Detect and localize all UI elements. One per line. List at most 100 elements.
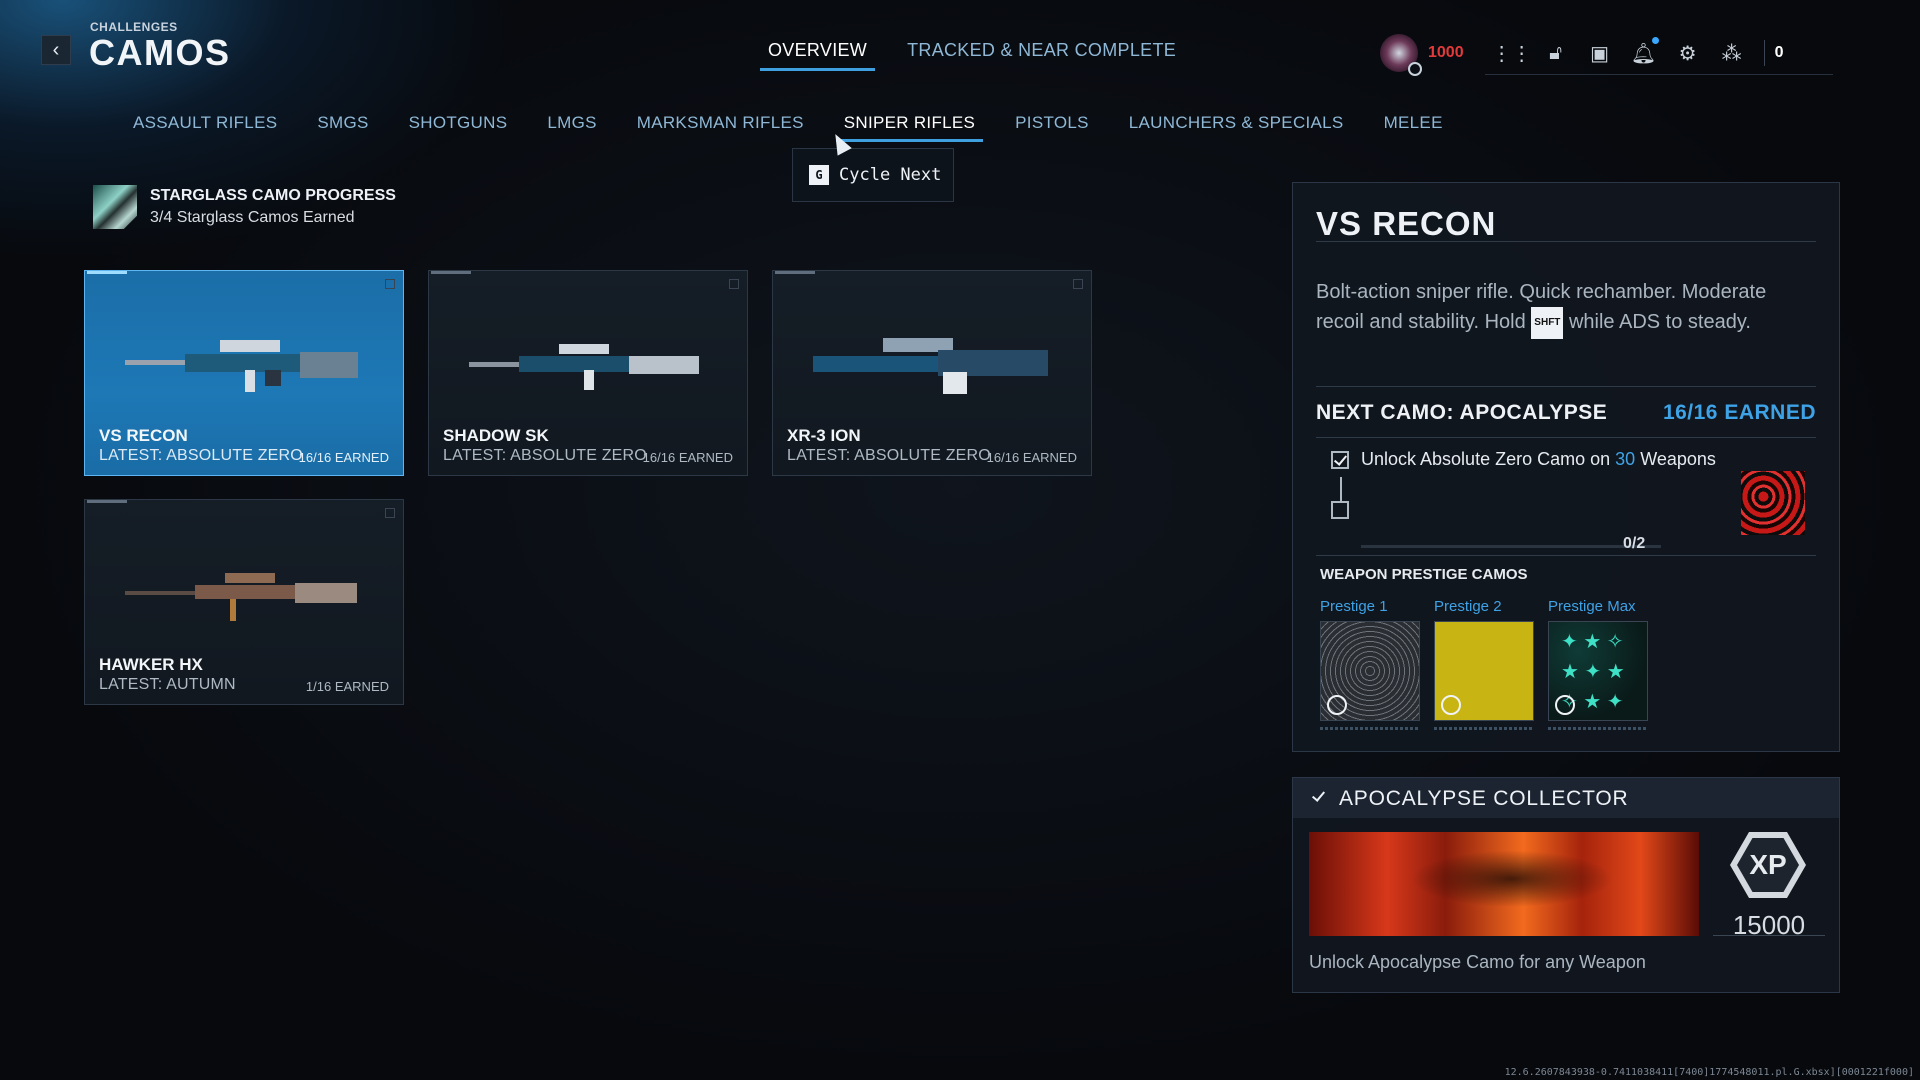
- card-accent: [87, 271, 127, 274]
- party-icon[interactable]: ⁂: [1719, 40, 1745, 66]
- challenge-task: Unlock Absolute Zero Camo on 30 Weapons: [1361, 449, 1716, 470]
- starglass-progress: STARGLASS CAMO PROGRESS 3/4 Starglass Ca…: [93, 185, 396, 229]
- tab-tracked-near-complete[interactable]: TRACKED & NEAR COMPLETE: [907, 40, 1176, 71]
- weapon-card-vs-recon[interactable]: VS RECON LATEST: ABSOLUTE ZERO 16/16 EAR…: [84, 270, 404, 476]
- weapon-name: SHADOW SK: [443, 426, 549, 445]
- cod-points-value[interactable]: 1000: [1428, 44, 1464, 62]
- xp-badge-label: XP: [1737, 838, 1799, 892]
- bell-icon[interactable]: 🔔︎: [1631, 37, 1659, 66]
- tab-lmgs[interactable]: LMGS: [547, 113, 596, 142]
- task-text-2: Weapons: [1640, 449, 1716, 469]
- xp-reward: XP 15000: [1713, 832, 1825, 940]
- progress-ticks: [1434, 727, 1534, 730]
- weapon-latest-camo: LATEST: AUTUMN: [99, 676, 236, 693]
- tab-shotguns[interactable]: SHOTGUNS: [409, 113, 508, 142]
- lock-icon: [1555, 695, 1575, 715]
- progress-label: STARGLASS CAMO PROGRESS: [150, 187, 396, 204]
- prestige-2-camo-swatch[interactable]: [1434, 621, 1534, 721]
- weapon-latest-camo: LATEST: ABSOLUTE ZERO: [787, 447, 991, 464]
- key-hint: G: [809, 165, 829, 185]
- divider: [1316, 437, 1816, 438]
- category-tabs: ASSAULT RIFLES SMGS SHOTGUNS LMGS MARKSM…: [133, 113, 1483, 142]
- description-text-2: while ADS to steady.: [1568, 311, 1751, 333]
- card-corner-icon: [729, 279, 739, 289]
- weapon-earned-count: 16/16 EARNED: [986, 450, 1077, 465]
- tab-assault-rifles[interactable]: ASSAULT RIFLES: [133, 113, 277, 142]
- card-accent: [431, 271, 471, 274]
- lock-icon[interactable]: 🔓︎: [1543, 40, 1569, 66]
- checkmark-icon: [1311, 788, 1326, 802]
- xp-value: 15000: [1732, 910, 1806, 940]
- tab-overview[interactable]: OVERVIEW: [759, 40, 876, 71]
- card-accent: [87, 500, 127, 503]
- task-text: Unlock Absolute Zero Camo on: [1361, 449, 1611, 469]
- prestige-2[interactable]: Prestige 2: [1434, 598, 1534, 730]
- hud-underline: [1485, 74, 1833, 75]
- weapon-card-xr-3-ion[interactable]: XR-3 ION LATEST: ABSOLUTE ZERO 16/16 EAR…: [772, 270, 1092, 476]
- tab-sniper-rifles[interactable]: SNIPER RIFLES: [835, 113, 984, 142]
- gear-icon[interactable]: ⚙: [1675, 40, 1701, 66]
- sniper-rifle-icon: [125, 573, 357, 621]
- weapon-name: VS RECON: [99, 426, 188, 445]
- task-progress-bar: [1361, 545, 1661, 548]
- top-tabs: OVERVIEW TRACKED & NEAR COMPLETE: [759, 40, 1176, 71]
- starglass-camo-icon: [93, 185, 137, 229]
- sniper-rifle-icon: [813, 338, 1048, 394]
- task-progress-value: 0/2: [1623, 535, 1646, 552]
- collector-title: APOCALYPSE COLLECTOR: [1339, 787, 1629, 810]
- collector-header: APOCALYPSE COLLECTOR: [1293, 778, 1839, 818]
- weapon-earned-count: 16/16 EARNED: [298, 450, 389, 465]
- divider: [1316, 555, 1816, 556]
- hud-divider: [1763, 40, 1765, 66]
- tab-launchers-specials[interactable]: LAUNCHERS & SPECIALS: [1129, 113, 1344, 142]
- card-accent: [775, 271, 815, 274]
- tab-pistols[interactable]: PISTOLS: [1015, 113, 1089, 142]
- weapon-card-hawker-hx[interactable]: HAWKER HX LATEST: AUTUMN 1/16 EARNED: [84, 499, 404, 705]
- prestige-label: Prestige 2: [1434, 598, 1502, 615]
- prestige-max[interactable]: Prestige Max: [1548, 598, 1648, 730]
- weapon-latest-camo: LATEST: ABSOLUTE ZERO: [99, 447, 303, 464]
- page-title: CAMOS: [89, 32, 231, 73]
- card-corner-icon: [385, 508, 395, 518]
- divider: [1316, 386, 1816, 387]
- weapon-detail-panel: VS RECON Bolt-action sniper rifle. Quick…: [1292, 182, 1840, 752]
- progress-ticks: [1320, 727, 1420, 730]
- next-camo-earned: 16/16 EARNED: [1662, 401, 1816, 424]
- tab-melee[interactable]: MELEE: [1384, 113, 1443, 142]
- card-corner-icon: [1073, 279, 1083, 289]
- tab-marksman-rifles[interactable]: MARKSMAN RIFLES: [637, 113, 804, 142]
- weapon-earned-count: 16/16 EARNED: [642, 450, 733, 465]
- player-emblem-icon[interactable]: [1380, 34, 1422, 76]
- tooltip-text: Cycle Next: [839, 165, 942, 185]
- sniper-rifle-icon: [469, 344, 699, 390]
- detail-title: VS RECON: [1316, 205, 1497, 242]
- task-connector: [1340, 477, 1342, 503]
- lock-icon: [1327, 695, 1347, 715]
- prestige-header: WEAPON PRESTIGE CAMOS: [1320, 566, 1528, 583]
- prestige-1[interactable]: Prestige 1: [1320, 598, 1420, 730]
- task-count: 30: [1615, 449, 1636, 469]
- collector-description: Unlock Apocalypse Camo for any Weapon: [1309, 952, 1646, 972]
- prestige-max-camo-swatch[interactable]: [1548, 621, 1648, 721]
- apps-grid-icon[interactable]: ⋮⋮: [1492, 40, 1532, 66]
- task-checkbox-checked: [1331, 451, 1349, 469]
- weapon-name: HAWKER HX: [99, 655, 203, 674]
- back-button[interactable]: ‹: [41, 35, 71, 65]
- build-string: 12.6.2607843938-0.7411038411[7400]177454…: [1504, 1067, 1914, 1078]
- xp-badge-icon: XP: [1730, 832, 1806, 898]
- prestige-1-camo-swatch[interactable]: [1320, 621, 1420, 721]
- notification-dot: [1651, 37, 1659, 44]
- apocalypse-collector-panel: APOCALYPSE COLLECTOR XP 15000 Unlock Apo…: [1292, 777, 1840, 993]
- hud-bar: 1000 ⋮⋮ 🔓︎ ▣ 🔔︎ ⚙ ⁂ 0: [1380, 30, 1832, 76]
- sniper-rifle-icon: [125, 340, 358, 392]
- divider: [1316, 241, 1816, 242]
- shift-key-icon: SHFT: [1531, 307, 1564, 339]
- lock-icon: [1441, 695, 1461, 715]
- tab-smgs[interactable]: SMGS: [317, 113, 368, 142]
- prestige-label: Prestige 1: [1320, 598, 1388, 615]
- camera-icon[interactable]: ▣: [1587, 40, 1613, 66]
- task-checkbox-empty: [1331, 501, 1349, 519]
- weapon-latest-camo: LATEST: ABSOLUTE ZERO: [443, 447, 647, 464]
- weapon-earned-count: 1/16 EARNED: [305, 679, 389, 694]
- weapon-card-shadow-sk[interactable]: SHADOW SK LATEST: ABSOLUTE ZERO 16/16 EA…: [428, 270, 748, 476]
